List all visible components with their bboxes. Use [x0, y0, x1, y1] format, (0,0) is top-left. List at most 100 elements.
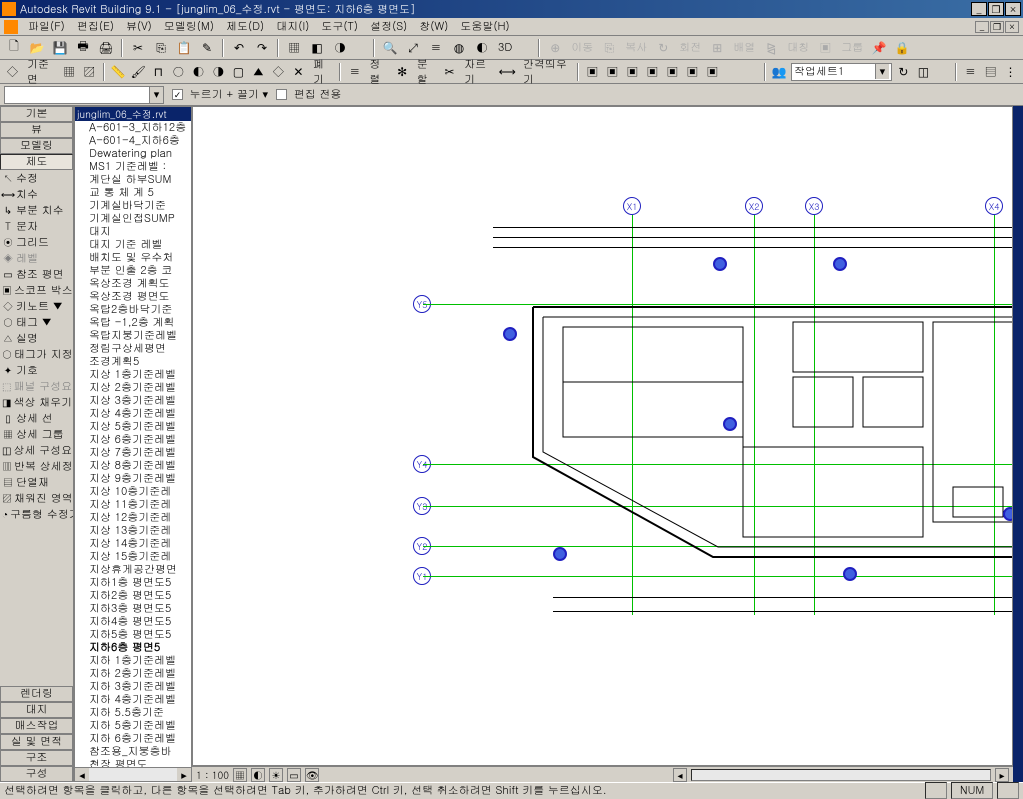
section-marker[interactable] — [503, 327, 517, 341]
section-marker[interactable] — [713, 257, 727, 271]
menu-site[interactable]: 대지(I) — [270, 19, 315, 34]
tab-rendering[interactable]: 렌더링 — [0, 686, 73, 702]
grid-bubble[interactable]: X4 — [985, 197, 1003, 215]
workset-combo[interactable]: 작업세트1 ▾ — [791, 63, 892, 81]
ws7-button[interactable]: ▣ — [704, 62, 721, 82]
thinlines-button[interactable]: ≡ — [426, 38, 446, 58]
shadows-icon[interactable]: ☀ — [269, 768, 283, 782]
trim-icon[interactable]: ✂ — [441, 62, 458, 82]
design-tool[interactable]: ▨채워진 영역 — [0, 490, 73, 506]
right-edge[interactable] — [1013, 106, 1023, 782]
open-button[interactable]: 📂 — [27, 38, 47, 58]
scroll-right-icon[interactable]: ▸ — [177, 768, 191, 781]
savecentral-button[interactable]: 🖶 — [73, 38, 93, 58]
wall-join-button[interactable]: ◧ — [307, 38, 327, 58]
tab-view[interactable]: 뷰 — [0, 122, 73, 138]
design-tool[interactable]: ✦기호 — [0, 362, 73, 378]
grid-bubble[interactable]: X1 — [623, 197, 641, 215]
refplane-label[interactable]: 기준면 — [24, 57, 58, 87]
3d-label[interactable]: 3D — [495, 40, 515, 55]
tab-rooms[interactable]: 실 및 면적 — [0, 734, 73, 750]
ws4-button[interactable]: ▣ — [644, 62, 661, 82]
design-tool[interactable]: ↖수정 — [0, 170, 73, 186]
design-tool[interactable]: ◔구름형 수정기 — [0, 506, 73, 522]
section-marker[interactable] — [843, 567, 857, 581]
crop-icon[interactable]: ▭ — [287, 768, 301, 782]
dropdown-icon[interactable]: ▾ — [263, 87, 269, 102]
design-tool[interactable]: ○태그가 지정도 — [0, 346, 73, 362]
mdi-restore[interactable]: ❐ — [990, 21, 1004, 33]
ws2-button[interactable]: ▣ — [604, 62, 621, 82]
zoomfit-button[interactable]: ⤢ — [403, 38, 423, 58]
align-label[interactable]: 정렬 — [366, 57, 390, 87]
copy-button[interactable]: ⎘ — [151, 38, 171, 58]
paste-button[interactable]: 📋 — [174, 38, 194, 58]
shaded-button[interactable]: ◍ — [449, 38, 469, 58]
hide-icon[interactable]: 👁 — [305, 768, 319, 782]
ws5-button[interactable]: ▣ — [664, 62, 681, 82]
design-tool[interactable]: ▤단열재 — [0, 474, 73, 490]
tab-basic[interactable]: 기본 — [0, 106, 73, 122]
wsgray-button[interactable]: ◫ — [915, 62, 932, 82]
design-tool[interactable]: ○태그 ▼ — [0, 314, 73, 330]
menu-file[interactable]: 파일(F) — [22, 19, 71, 34]
ws3-button[interactable]: ▣ — [624, 62, 641, 82]
browser-tree[interactable]: A-601-3_지하12층A-601-4_지하6층Dewatering plan… — [75, 121, 191, 767]
maximize-button[interactable]: ❐ — [988, 2, 1004, 16]
refplane-icon[interactable]: ◇ — [4, 62, 21, 82]
do3-button[interactable]: ⋮ — [1002, 62, 1019, 82]
ws-icon[interactable]: 👥 — [771, 62, 788, 82]
tab-drafting[interactable]: 제도 — [0, 154, 73, 170]
design-tool[interactable]: ▦상세 그룹 — [0, 426, 73, 442]
tab-structure[interactable]: 구조 — [0, 750, 73, 766]
design-tool[interactable]: ▯상세 선 — [0, 410, 73, 426]
close-button[interactable]: × — [1005, 2, 1021, 16]
dormer-button[interactable]: ▲ — [250, 62, 267, 82]
props-button[interactable]: ▦ — [284, 38, 304, 58]
demolish-icon[interactable]: ✕ — [290, 62, 307, 82]
workplane-button[interactable]: ▦ — [61, 62, 78, 82]
drawing-canvas[interactable]: X1 X2 X3 X4 X5 Y1 Y2 Y3 Y4 Y5 — [192, 106, 1013, 766]
grid-icon[interactable]: ▨ — [81, 62, 98, 82]
tree-item[interactable]: 천장 평면도 — [75, 758, 191, 767]
section-marker[interactable] — [1003, 507, 1013, 521]
offset-icon[interactable]: ⟷ — [498, 62, 517, 82]
tab-modeling[interactable]: 모델링 — [0, 138, 73, 154]
new-button[interactable]: 🗋 — [4, 38, 24, 58]
browser-scrollbar[interactable]: ◂ ▸ — [75, 767, 191, 781]
demo-button[interactable]: ◑ — [330, 38, 350, 58]
minimize-button[interactable]: _ — [971, 2, 987, 16]
design-tool[interactable]: T문자 — [0, 218, 73, 234]
paint-button[interactable]: 🖌 — [130, 62, 147, 82]
grid-bubble[interactable]: X2 — [745, 197, 763, 215]
design-tool[interactable]: ▭참조 평면 — [0, 266, 73, 282]
align-icon[interactable]: ≡ — [346, 62, 363, 82]
section-marker[interactable] — [833, 257, 847, 271]
design-tool[interactable]: ▣스코프 박스 — [0, 282, 73, 298]
trim-label[interactable]: 자르기 — [461, 57, 495, 87]
shaft-button[interactable]: ◇ — [270, 62, 287, 82]
menu-modeling[interactable]: 모델링(M) — [158, 19, 220, 34]
scroll-left-icon[interactable]: ◂ — [75, 768, 89, 781]
dropdown-icon[interactable]: ▾ — [875, 64, 889, 79]
design-tool[interactable]: △실명 — [0, 330, 73, 346]
design-tool[interactable]: ⟷치수 — [0, 186, 73, 202]
menu-drafting[interactable]: 제도(D) — [220, 19, 270, 34]
section-marker[interactable] — [553, 547, 567, 561]
menu-edit[interactable]: 편집(E) — [71, 19, 120, 34]
save-button[interactable]: 💾 — [50, 38, 70, 58]
menu-view[interactable]: 뷰(V) — [120, 19, 158, 34]
cut-geo-button[interactable]: ◐ — [190, 62, 207, 82]
design-tool[interactable]: ◇키노트 ▼ — [0, 298, 73, 314]
menu-settings[interactable]: 설정(S) — [364, 19, 413, 34]
detail-level-icon[interactable]: ▦ — [233, 768, 247, 782]
tape-button[interactable]: 📏 — [110, 62, 127, 82]
attach-button[interactable]: ◑ — [210, 62, 227, 82]
menu-tools[interactable]: 도구(T) — [315, 19, 364, 34]
menu-window[interactable]: 창(W) — [413, 19, 454, 34]
print-button[interactable]: 🖨 — [96, 38, 116, 58]
zoom-button[interactable]: 🔍 — [380, 38, 400, 58]
menu-help[interactable]: 도움말(H) — [454, 19, 515, 34]
design-tool[interactable]: ◫상세 구성요소 — [0, 442, 73, 458]
ws6-button[interactable]: ▣ — [684, 62, 701, 82]
